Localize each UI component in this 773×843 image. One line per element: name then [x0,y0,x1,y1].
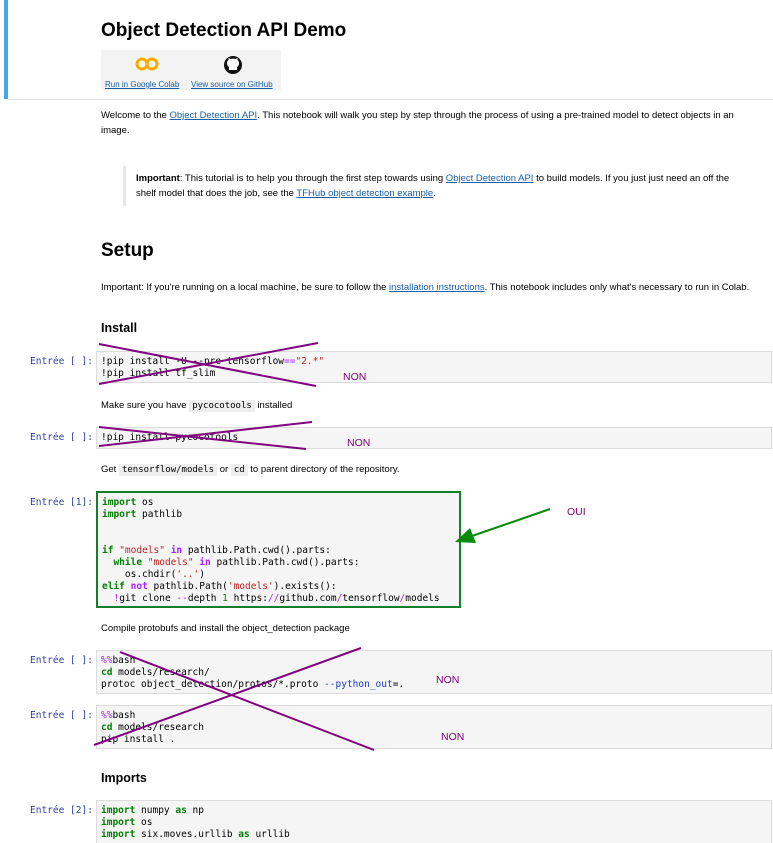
imports-heading: Imports [101,771,147,785]
non-annotation: NON [347,437,371,449]
page-title: Object Detection API Demo [101,20,347,41]
code-cell-protoc[interactable]: %%bash cd models/research/ protoc object… [96,650,772,694]
intro-paragraph: Welcome to the Object Detection API. Thi… [101,110,734,136]
installation-instructions-link[interactable]: installation instructions [389,282,485,293]
cell-prompt: Entrée [1]: [30,497,93,508]
colab-link[interactable]: Run in Google Colab [105,80,179,89]
tfhub-example-link[interactable]: TFHub object detection example [296,188,433,199]
compile-text: Compile protobufs and install the object… [101,623,350,634]
code-cell-pip-install[interactable]: %%bash cd models/research pip install . [96,705,772,749]
cell-prompt: Entrée [ ]: [30,655,93,666]
non-annotation: NON [436,674,460,686]
important-note: Important: This tutorial is to help you … [123,166,746,206]
code-cell-clone-models[interactable]: import os import pathlib if "models" in … [96,491,461,608]
github-link[interactable]: View source on GitHub [191,80,273,89]
get-models-text: Get tensorflow/models or cd to parent di… [101,464,400,476]
pycocotools-text: Make sure you have pycocotools installed [101,400,293,412]
colab-button[interactable]: Run in Google Colab [105,54,185,90]
cell-prompt: Entrée [2]: [30,805,93,816]
code-cell-pip-pycocotools[interactable]: !pip install pycocotools [96,427,772,449]
cell-prompt: Entrée [ ]: [30,432,93,443]
github-button[interactable]: View source on GitHub [191,54,279,90]
object-detection-api-link[interactable]: Object Detection API [169,110,257,121]
non-annotation: NON [343,371,367,383]
setup-heading: Setup [101,240,154,261]
code-cell-imports[interactable]: import numpy as np import os import six.… [96,800,772,843]
github-icon [224,56,242,74]
install-heading: Install [101,321,138,335]
code-cell-pip-tensorflow[interactable]: !pip install -U --pre tensorflow=="2.*" … [96,351,772,383]
colab-icon [135,57,159,71]
arrow-icon [471,508,551,537]
oui-annotation: OUI [567,506,586,518]
cell-prompt: Entrée [ ]: [30,710,93,721]
cell-prompt: Entrée [ ]: [30,356,93,367]
setup-paragraph: Important: If you're running on a local … [101,282,750,293]
object-detection-api-link-2[interactable]: Object Detection API [446,173,534,184]
non-annotation: NON [441,731,465,743]
header-buttons: Run in Google Colab View source on GitHu… [101,50,281,90]
